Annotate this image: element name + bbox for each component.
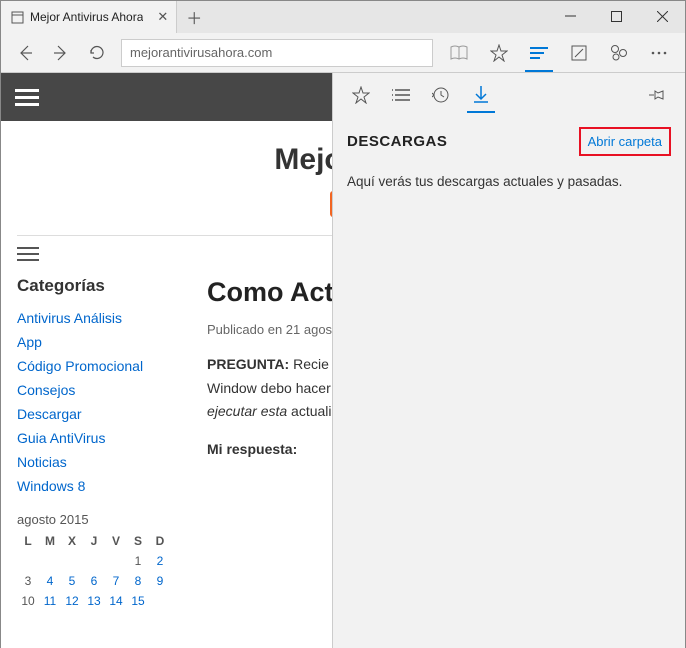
page-icon — [11, 11, 24, 24]
sidebar-heading: Categorías — [17, 276, 187, 296]
title-bar: Mejor Antivirus Ahora ✕ ＋ — [1, 1, 685, 33]
category-link[interactable]: Código Promocional — [17, 354, 187, 378]
favorites-button[interactable] — [479, 35, 519, 71]
archive-label: agosto 2015 — [17, 512, 187, 527]
calendar-day-header: L — [17, 531, 39, 551]
calendar-day[interactable]: 9 — [149, 571, 171, 591]
calendar-day[interactable]: 12 — [61, 591, 83, 611]
forward-button[interactable] — [43, 35, 79, 71]
calendar-day[interactable]: 5 — [61, 571, 83, 591]
calendar-day: 10 — [17, 591, 39, 611]
category-link[interactable]: Windows 8 — [17, 474, 187, 498]
panel-empty-message: Aquí verás tus descargas actuales y pasa… — [333, 166, 685, 197]
browser-tab[interactable]: Mejor Antivirus Ahora ✕ — [1, 1, 177, 33]
tab-close-button[interactable]: ✕ — [157, 9, 168, 25]
calendar-day[interactable]: 14 — [105, 591, 127, 611]
calendar-day — [83, 551, 105, 571]
share-button[interactable] — [599, 35, 639, 71]
calendar-day — [149, 591, 171, 611]
calendar-day: 1 — [127, 551, 149, 571]
window-controls — [547, 1, 685, 31]
calendar-day — [105, 551, 127, 571]
url-input[interactable]: mejorantivirusahora.com — [121, 39, 433, 67]
refresh-button[interactable] — [79, 35, 115, 71]
category-link[interactable]: Noticias — [17, 450, 187, 474]
back-button[interactable] — [7, 35, 43, 71]
calendar-day[interactable]: 13 — [83, 591, 105, 611]
calendar-day-header: X — [61, 531, 83, 551]
category-link[interactable]: Descargar — [17, 402, 187, 426]
tab-title: Mejor Antivirus Ahora — [30, 10, 143, 24]
calendar-day[interactable]: 7 — [105, 571, 127, 591]
hamburger-icon[interactable] — [15, 85, 39, 110]
category-link[interactable]: App — [17, 330, 187, 354]
calendar-day[interactable]: 8 — [127, 571, 149, 591]
url-text: mejorantivirusahora.com — [130, 45, 272, 60]
calendar-day — [39, 551, 61, 571]
calendar-day — [17, 551, 39, 571]
panel-tabs — [333, 73, 685, 117]
calendar-day — [61, 551, 83, 571]
calendar-day: 3 — [17, 571, 39, 591]
calendar-day-header: V — [105, 531, 127, 551]
new-tab-button[interactable]: ＋ — [177, 1, 211, 33]
calendar-day[interactable]: 6 — [83, 571, 105, 591]
open-folder-link[interactable]: Abrir carpeta — [579, 127, 671, 156]
calendar: LMXJVSD123456789101112131415 — [17, 531, 187, 611]
calendar-day[interactable]: 4 — [39, 571, 61, 591]
calendar-day-header: M — [39, 531, 61, 551]
web-note-button[interactable] — [559, 35, 599, 71]
calendar-day[interactable]: 15 — [127, 591, 149, 611]
panel-heading: DESCARGAS — [347, 133, 447, 150]
calendar-day[interactable]: 11 — [39, 591, 61, 611]
panel-tab-favorites[interactable] — [341, 73, 381, 117]
minimize-button[interactable] — [547, 1, 593, 31]
hub-button[interactable] — [519, 35, 559, 71]
category-link[interactable]: Guia AntiVirus — [17, 426, 187, 450]
panel-tab-downloads[interactable] — [461, 73, 501, 117]
calendar-day-header: S — [127, 531, 149, 551]
pin-panel-button[interactable] — [637, 87, 677, 103]
address-bar: mejorantivirusahora.com — [1, 33, 685, 73]
close-window-button[interactable] — [639, 1, 685, 31]
calendar-day-header: J — [83, 531, 105, 551]
calendar-day[interactable]: 2 — [149, 551, 171, 571]
more-button[interactable] — [639, 35, 679, 71]
sidebar: Categorías Antivirus AnálisisAppCódigo P… — [17, 276, 187, 611]
category-link[interactable]: Antivirus Análisis — [17, 306, 187, 330]
panel-tab-history[interactable] — [421, 73, 461, 117]
panel-tab-reading-list[interactable] — [381, 73, 421, 117]
calendar-day-header: D — [149, 531, 171, 551]
panel-header: DESCARGAS Abrir carpeta — [333, 117, 685, 166]
category-link[interactable]: Consejos — [17, 378, 187, 402]
downloads-panel: DESCARGAS Abrir carpeta Aquí verás tus d… — [332, 73, 685, 648]
reading-view-button[interactable] — [439, 35, 479, 71]
maximize-button[interactable] — [593, 1, 639, 31]
